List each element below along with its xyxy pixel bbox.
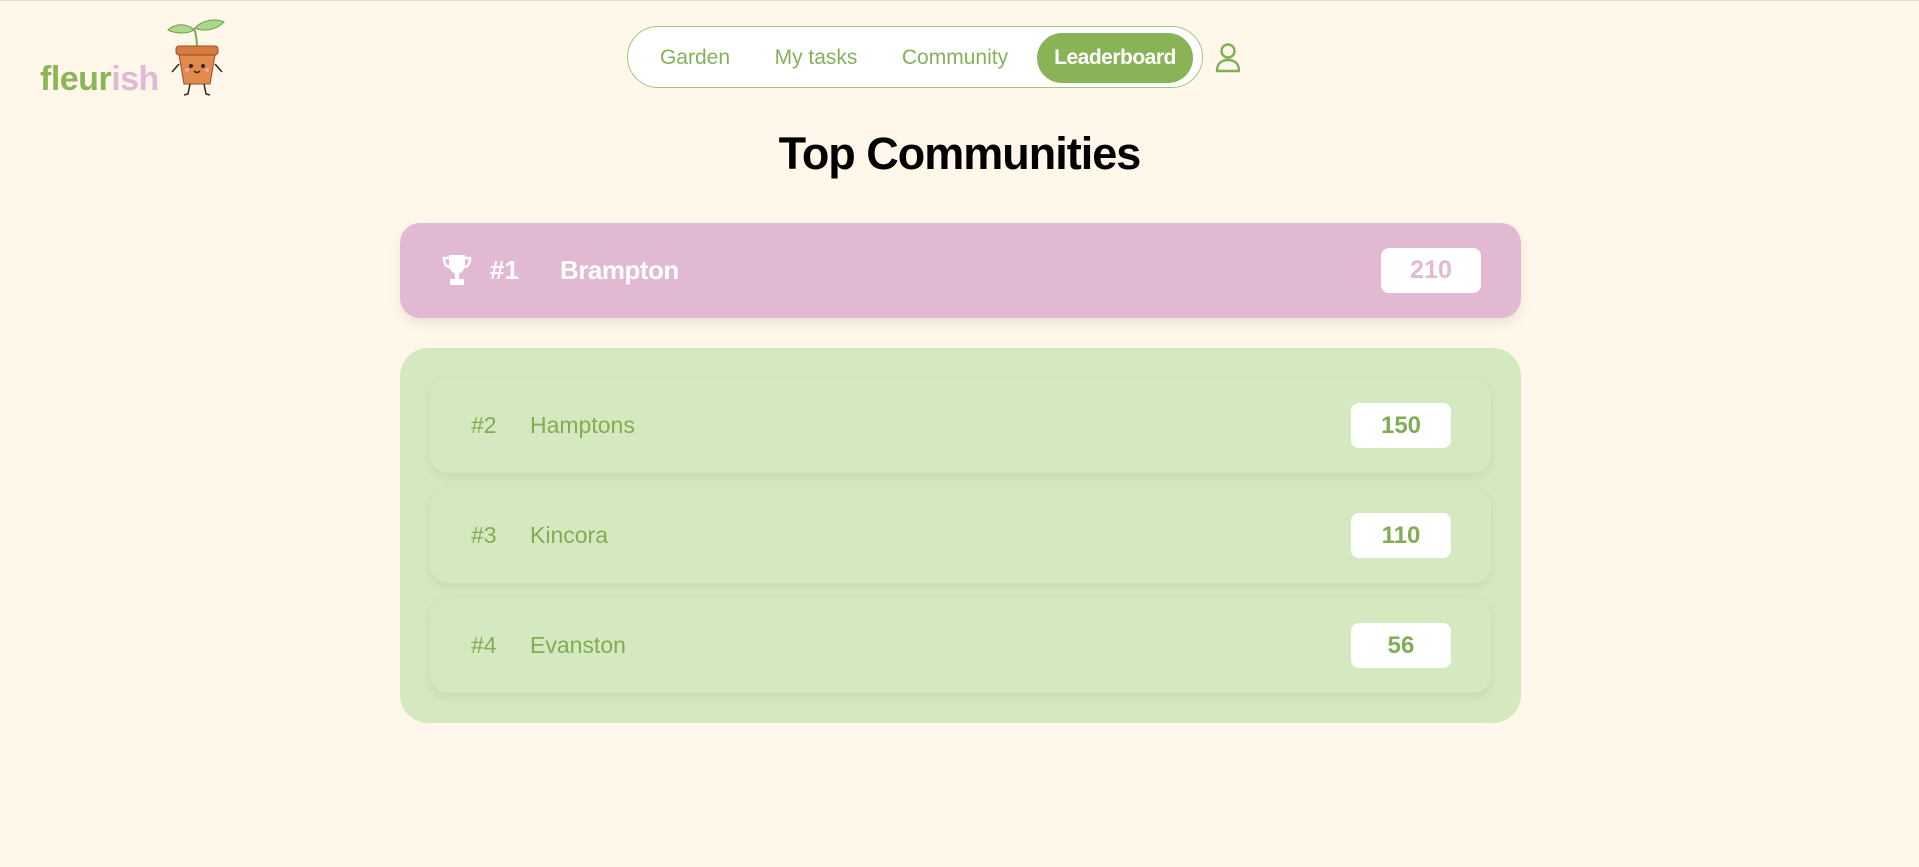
nav-garden[interactable]: Garden [645, 33, 745, 83]
leaderboard-row[interactable]: #3 Kincora 110 [430, 488, 1491, 583]
nav-leaderboard[interactable]: Leaderboard [1037, 33, 1193, 83]
rank-label: #3 [471, 522, 497, 548]
leaderboard-row[interactable]: #2 Hamptons 150 [430, 378, 1491, 473]
rank-label: #2 [471, 412, 497, 438]
potted-sprout-mascot-icon [167, 19, 225, 96]
top-border [0, 0, 1919, 1]
score-badge: 210 [1381, 248, 1481, 293]
rank-label: #1 [490, 255, 519, 285]
community-name: Brampton [560, 255, 679, 285]
nav-community[interactable]: Community [891, 33, 1019, 83]
logo-wordmark: fleurish [40, 60, 159, 99]
user-icon[interactable] [1213, 42, 1243, 74]
main-nav: Garden My tasks Community Leaderboard [627, 26, 1203, 88]
score-badge: 150 [1351, 403, 1451, 448]
leaderboard-row[interactable]: #4 Evanston 56 [430, 598, 1491, 693]
leaderboard-list: #2 Hamptons 150 #3 Kincora 110 #4 Evanst… [400, 348, 1521, 723]
community-name: Kincora [530, 522, 608, 548]
logo-text-part1: fleur [40, 60, 112, 98]
score-badge: 110 [1351, 513, 1451, 558]
logo-text-part2: ish [111, 60, 159, 98]
community-name: Hamptons [530, 412, 635, 438]
page-title: Top Communities [778, 128, 1142, 179]
logo[interactable]: fleurish [40, 18, 230, 98]
community-name: Evanston [530, 632, 626, 658]
trophy-icon [442, 255, 472, 285]
nav-my-tasks[interactable]: My tasks [761, 33, 871, 83]
score-badge: 56 [1351, 623, 1451, 668]
rank-label: #4 [471, 632, 497, 658]
leaderboard-first-place[interactable]: #1 Brampton 210 [400, 223, 1521, 318]
